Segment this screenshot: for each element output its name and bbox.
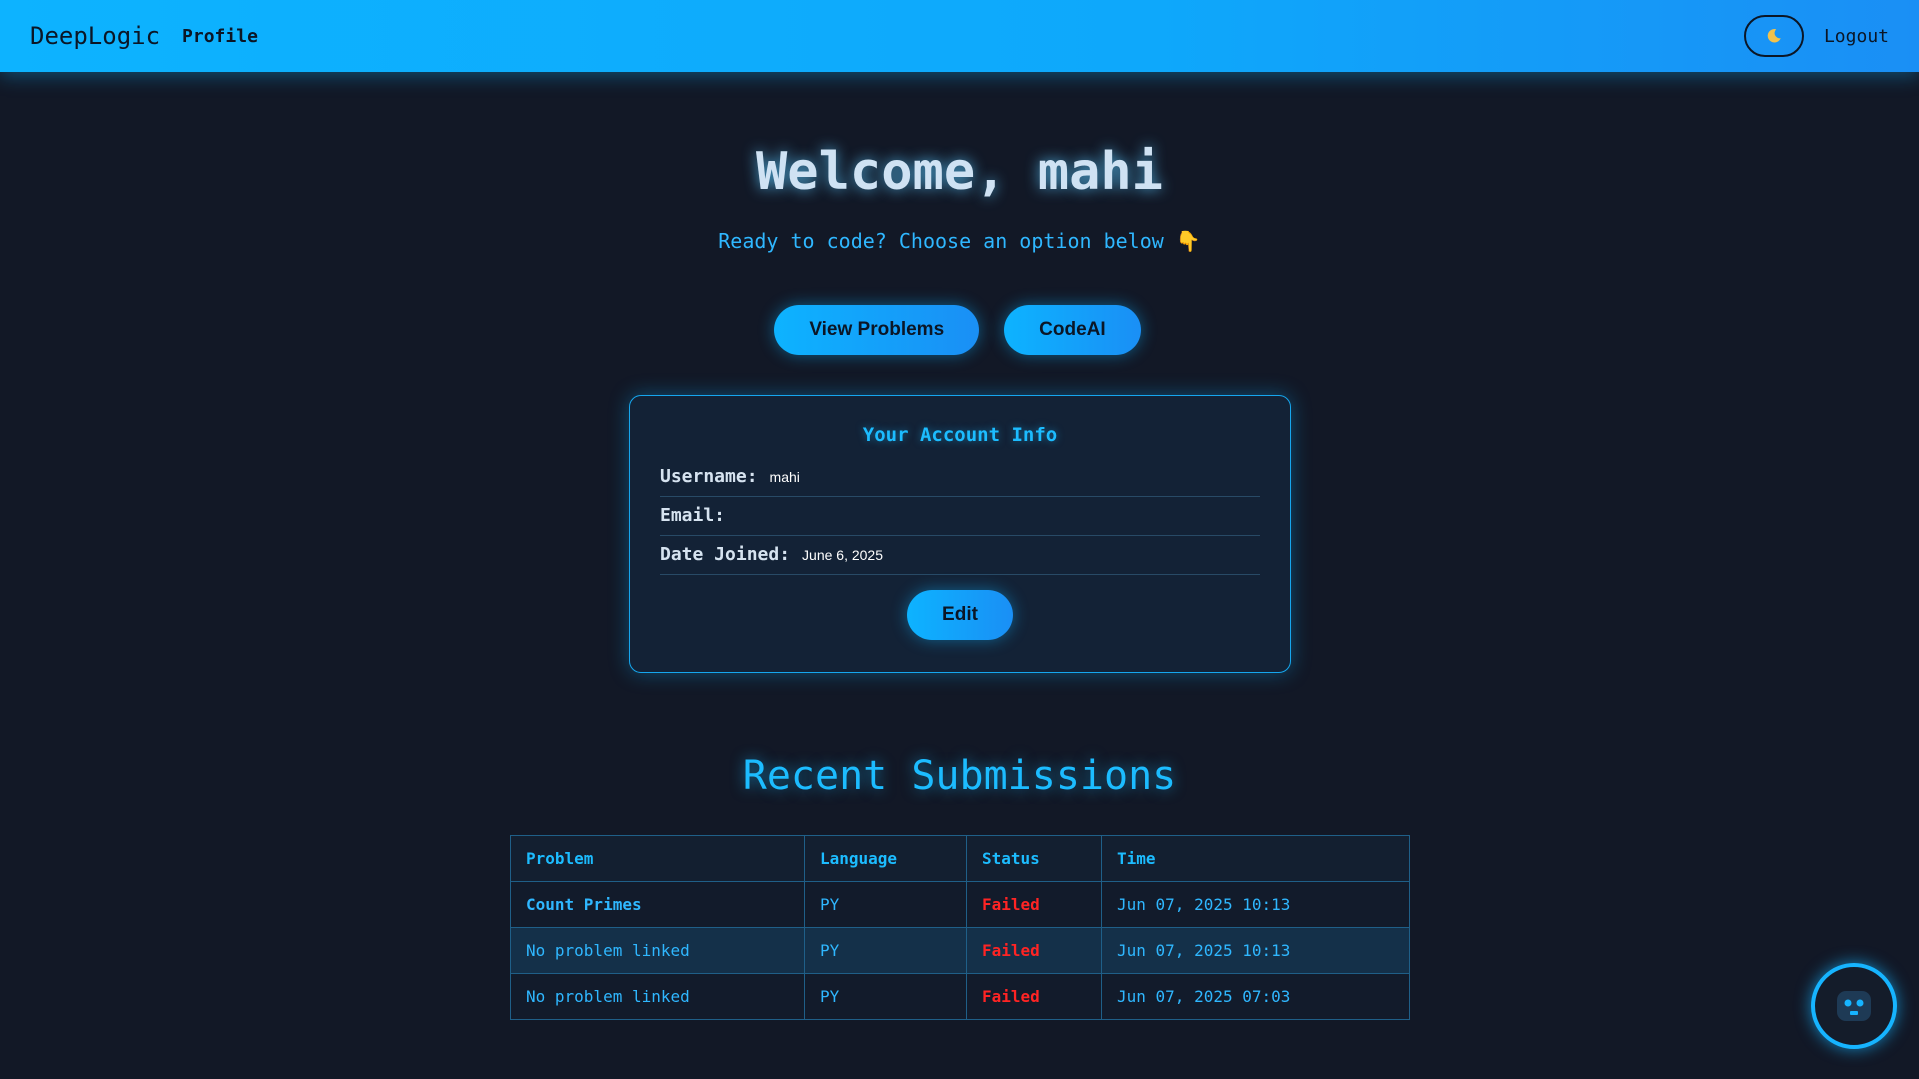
top-navbar: DeepLogic Profile Logout [0,0,1919,72]
welcome-heading: Welcome, mahi [756,142,1163,202]
email-row: Email: [660,497,1260,536]
column-header-language: Language [804,835,967,882]
robot-icon [1837,991,1871,1021]
column-header-time: Time [1101,835,1410,882]
username-value: mahi [769,469,800,485]
navbar-right-group: Logout [1743,15,1889,57]
row-time: Jun 07, 2025 07:03 [1101,973,1410,1020]
username-label: Username: [660,466,758,487]
date-joined-row: Date Joined: June 6, 2025 [660,536,1260,575]
chatbot-fab-button[interactable] [1811,963,1897,1049]
codeai-button[interactable]: CodeAI [1004,305,1141,355]
edit-wrap: Edit [660,590,1260,640]
table-row: No problem linked PY Failed Jun 07, 2025… [510,973,1410,1020]
moon-icon [1767,29,1781,43]
table-row: No problem linked PY Failed Jun 07, 2025… [510,927,1410,974]
row-time: Jun 07, 2025 10:13 [1101,927,1410,974]
submissions-table: Problem Language Status Time Count Prime… [510,835,1410,1020]
hero-actions: View Problems CodeAI [0,305,1919,355]
date-joined-value: June 6, 2025 [802,547,884,563]
theme-toggle-button[interactable] [1743,15,1804,57]
column-header-problem: Problem [510,835,805,882]
row-language: PY [804,927,967,974]
row-problem-link[interactable]: Count Primes [510,881,805,928]
date-joined-label: Date Joined: [660,544,791,565]
brand-logo[interactable]: DeepLogic [30,22,160,50]
recent-submissions-heading: Recent Submissions [742,753,1177,799]
problem-link[interactable]: Count Primes [526,895,642,914]
view-problems-button[interactable]: View Problems [774,305,980,355]
table-row: Count Primes PY Failed Jun 07, 2025 10:1… [510,881,1410,928]
logout-link[interactable]: Logout [1824,26,1889,47]
row-problem: No problem linked [510,973,805,1020]
row-time: Jun 07, 2025 10:13 [1101,881,1410,928]
username-row: Username: mahi [660,458,1260,497]
edit-account-button[interactable]: Edit [907,590,1013,640]
row-status: Failed [966,881,1102,928]
row-problem: No problem linked [510,927,805,974]
nav-profile-link[interactable]: Profile [182,26,258,47]
account-card-title: Your Account Info [862,424,1058,446]
welcome-subtitle: Ready to code? Choose an option below 👇 [718,229,1201,253]
account-info-card: Your Account Info Username: mahi Email: … [629,395,1291,673]
column-header-status: Status [966,835,1102,882]
row-language: PY [804,973,967,1020]
table-header-row: Problem Language Status Time [510,835,1410,882]
row-status: Failed [966,973,1102,1020]
email-label: Email: [660,505,726,526]
row-language: PY [804,881,967,928]
row-status: Failed [966,927,1102,974]
